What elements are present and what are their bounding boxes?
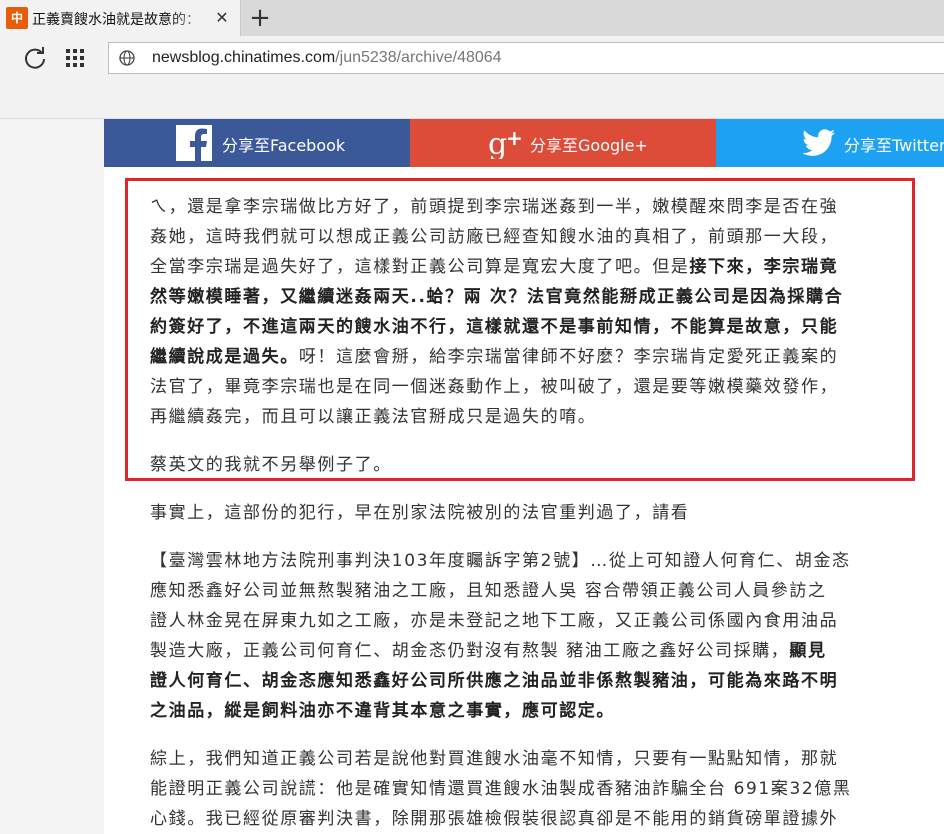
text-segment: 製造大廠，正義公司何育仁、胡金忞仍對沒有熬製 豬油工廠之鑫好公司採購，: [150, 641, 790, 661]
paragraph-1: ㄟ，還是拿李宗瑞做比方好了，前頭提到李宗瑞迷姦到一半，嫩模醒來問李是否在強 姦她…: [150, 192, 910, 432]
text-segment: 呀！這麼會掰，給李宗瑞當律師不好麼？李宗瑞肯定愛死正義案的: [298, 347, 839, 367]
text-line: 證人林金晃在屏東九如之工廠，亦是未登記之地下工廠，又正義公司係國內食用油品: [150, 611, 839, 631]
text-line: 應知悉鑫好公司並無熬製豬油之工廠，且知悉證人吳 容合帶領正義公司人員參訪之: [150, 581, 827, 601]
bold-text: 繼續說成是過失。: [150, 347, 299, 367]
twitter-bird-icon: [802, 129, 836, 161]
share-bar: 分享至Facebook g + 分享至Google+ 分享至Twitter: [104, 119, 944, 167]
text-line: ㄟ，還是拿李宗瑞做比方好了，前頭提到李宗瑞迷姦到一半，嫩模醒來問李是否在強: [150, 197, 839, 217]
paragraph-3: 事實上，這部份的犯行，早在別家法院被別的法官重判過了，請看: [150, 503, 690, 523]
share-google-label: 分享至Google+: [530, 136, 648, 155]
paragraph-4: 【臺灣雲林地方法院刑事判決103年度矚訴字第2號】…從上可知證人何育仁、胡金忞 …: [150, 546, 910, 726]
navigation-bar: newsblog.chinatimes.com/jun5238/archive/…: [0, 36, 944, 82]
web-page: 分享至Facebook g + 分享至Google+ 分享至Twitter ㄟ，…: [0, 119, 944, 834]
facebook-icon: [176, 125, 212, 165]
text-line: 然等嫩模睡著，又繼續迷姦兩天..蛤？兩 次？法官竟然能掰成正義公司是因為採購合: [150, 282, 910, 312]
bold-text: 之油品，縱是飼料油亦不違背其本意之事實，應可認定。: [150, 701, 615, 721]
url-path: /jun5238/archive/48064: [335, 49, 502, 66]
share-facebook-label: 分享至Facebook: [222, 136, 346, 155]
google-plus-icon: g +: [488, 126, 528, 163]
text-line: 心錢。我已經從原審判決書，除開那張雄檢假裝很認真卻是不能用的銷貨磅單證據外: [150, 809, 839, 829]
text-line: 繼續說成是過失。呀！這麼會掰，給李宗瑞當律師不好麼？李宗瑞肯定愛死正義案的: [150, 342, 910, 372]
text-line: 證人何育仁、胡金忞應知悉鑫好公司所供應之油品並非係熬製豬油，可能為來路不明: [150, 666, 910, 696]
url-host: newsblog.chinatimes.com: [152, 49, 336, 66]
address-bar[interactable]: newsblog.chinatimes.com/jun5238/archive/…: [108, 42, 944, 74]
share-twitter-button[interactable]: 分享至Twitter: [716, 119, 944, 167]
text-line: 約簽好了，不進這兩天的餿水油不行，這樣就還不是事前知情，不能算是故意，只能: [150, 312, 910, 342]
text-segment: 全當李宗瑞是過失好了，這樣對正義公司算是寬宏大度了吧。但是: [150, 257, 690, 277]
article-body: ㄟ，還是拿李宗瑞做比方好了，前頭提到李宗瑞迷姦到一半，嫩模醒來問李是否在強 姦她…: [104, 167, 944, 834]
text-line: 之油品，縱是飼料油亦不違背其本意之事實，應可認定。: [150, 696, 910, 726]
globe-icon: [119, 50, 135, 66]
text-line: 【臺灣雲林地方法院刑事判決103年度矚訴字第2號】…從上可知證人何育仁、胡金忞: [150, 551, 851, 571]
url-text[interactable]: newsblog.chinatimes.com/jun5238/archive/…: [152, 49, 502, 67]
close-tab-icon[interactable]: ✕: [212, 6, 232, 30]
text-line: 再繼續姦完，而且可以讓正義法官掰成只是過失的唷。: [150, 407, 597, 427]
share-twitter-label: 分享至Twitter: [844, 136, 944, 155]
text-line: 法官了，畢竟李宗瑞也是在同一個迷姦動作上，被叫破了，還是要等嫩模藥效發作，: [150, 377, 839, 397]
browser-tab[interactable]: 中 正義賣餿水油就是故意的： ✕: [0, 0, 241, 36]
apps-grid-icon[interactable]: [64, 47, 90, 71]
paragraph-5: 綜上，我們知道正義公司若是說他對買進餿水油毫不知情，只要有一點點知情，那就 能證…: [150, 744, 910, 834]
bold-text: 約簽好了，不進這兩天的餿水油不行，這樣就還不是事前知情，不能算是故意，只能: [150, 317, 839, 337]
text-line: 能證明正義公司說謊：他是確實知情還買進餿水油製成香豬油詐騙全台 691案32億黑: [150, 779, 852, 799]
svg-text:g: g: [488, 127, 507, 159]
text-line: 姦她，這時我們就可以想成正義公司訪廠已經查知餿水油的真相了，前頭那一大段，: [150, 227, 839, 247]
share-facebook-button[interactable]: 分享至Facebook: [104, 119, 410, 167]
share-google-button[interactable]: g + 分享至Google+: [410, 119, 716, 167]
bold-text: 證人何育仁、胡金忞應知悉鑫好公司所供應之油品並非係熬製豬油，可能為來路不明: [150, 671, 839, 691]
chinatimes-favicon-icon: 中: [6, 7, 28, 29]
tab-strip: 中 正義賣餿水油就是故意的： ✕ +: [0, 0, 944, 36]
bold-text: 接下來，李宗瑞竟: [689, 257, 839, 277]
refresh-icon[interactable]: [20, 44, 50, 74]
text-line: 綜上，我們知道正義公司若是說他對買進餿水油毫不知情，只要有一點點知情，那就: [150, 749, 839, 769]
paragraph-2: 蔡英文的我就不另舉例子了。: [150, 455, 392, 475]
bold-text: 然等嫩模睡著，又繼續迷姦兩天..蛤？兩 次？法官竟然能掰成正義公司是因為採購合: [150, 287, 844, 307]
new-tab-button[interactable]: +: [248, 4, 272, 32]
bold-text: 顯見: [789, 641, 827, 661]
svg-text:+: +: [506, 127, 523, 150]
text-line: 製造大廠，正義公司何育仁、胡金忞仍對沒有熬製 豬油工廠之鑫好公司採購，顯見: [150, 636, 910, 666]
tab-title-fade: [170, 4, 212, 32]
text-line: 全當李宗瑞是過失好了，這樣對正義公司算是寬宏大度了吧。但是接下來，李宗瑞竟: [150, 252, 910, 282]
toolbar-spacer: [0, 82, 944, 119]
